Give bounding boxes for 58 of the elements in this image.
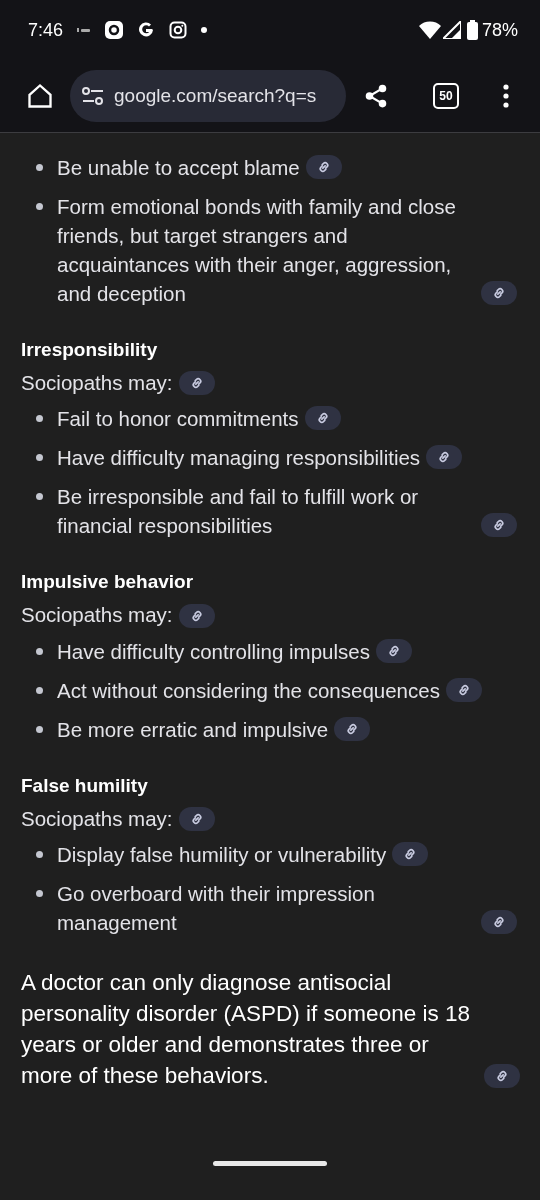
home-icon[interactable] — [26, 82, 54, 110]
battery-icon — [466, 20, 478, 40]
link-icon[interactable] — [481, 910, 517, 935]
app-icon — [105, 21, 124, 39]
signal-icon — [442, 21, 461, 39]
link-icon[interactable] — [481, 513, 517, 538]
link-icon[interactable] — [178, 371, 215, 396]
list-item-text: Be more erratic and impulsive — [57, 716, 329, 743]
battery-level: 78% — [481, 19, 518, 41]
link-icon[interactable] — [178, 603, 215, 628]
link-icon[interactable] — [178, 807, 215, 832]
list-item-text: Be unable to accept blame — [57, 155, 300, 181]
camera-icon — [169, 21, 188, 39]
menu-icon[interactable] — [503, 84, 509, 108]
list-item-text: Form emotional bonds with family and close friends, but target strangers and acquaintances with their anger, aggression, and deception — [57, 194, 457, 307]
list-item-text: Go overboard with their impression management — [57, 881, 376, 937]
bullet-icon — [36, 164, 43, 171]
link-icon[interactable] — [304, 406, 341, 431]
bullet-icon — [36, 493, 43, 501]
link-icon[interactable] — [392, 842, 429, 867]
intro-text: Sociopaths may: — [21, 806, 173, 830]
link-icon[interactable] — [334, 716, 371, 741]
url-text[interactable]: google.com/search?q=s — [114, 85, 317, 107]
bullet-icon — [36, 647, 43, 655]
bullet-icon — [36, 203, 43, 210]
link-icon[interactable] — [484, 1064, 520, 1089]
link-icon[interactable] — [375, 638, 412, 663]
link-icon[interactable] — [305, 155, 342, 179]
bullet-icon — [36, 890, 43, 898]
notification-icon — [77, 27, 92, 33]
section-heading: Irresponsibility — [21, 338, 159, 362]
link-icon[interactable] — [445, 677, 482, 702]
bullet-icon — [36, 686, 43, 694]
share-icon[interactable] — [363, 83, 389, 109]
bullet-icon — [36, 454, 43, 462]
list-item-text: Fail to honor commitments — [57, 406, 299, 433]
wifi-icon — [418, 21, 441, 39]
list-item-text: Have difficulty controlling impulses — [57, 638, 370, 665]
address-bar[interactable]: google.com/search?q=s — [70, 70, 346, 122]
tab-switcher-button[interactable]: 50 — [424, 74, 468, 118]
summary-paragraph: A doctor can only diagnose antisocial personality disorder (ASPD) if someone is 18 years or older and demonstrates three or more of these behaviors. — [21, 969, 471, 1091]
tune-icon[interactable] — [82, 87, 104, 105]
intro-text: Sociopaths may: — [21, 603, 173, 627]
section-heading: False humility — [21, 773, 149, 798]
list-item-text: Be irresponsible and fail to fulfill work or financial responsibilities — [57, 484, 420, 540]
link-icon[interactable] — [481, 281, 517, 305]
status-time: 7:46 — [28, 19, 64, 41]
section-heading: Impulsive behavior — [21, 570, 195, 595]
list-item-text: Act without considering the consequences — [57, 677, 440, 704]
bullet-icon — [36, 851, 43, 859]
list-item-text: Display false humility or vulnerability — [57, 842, 387, 869]
google-icon — [137, 21, 156, 39]
intro-text: Sociopaths may: — [21, 371, 173, 394]
list-item-text: Have difficulty managing responsibilities — [57, 445, 421, 472]
dot-icon — [201, 27, 208, 33]
bullet-icon — [36, 725, 43, 733]
bullet-icon — [36, 415, 43, 423]
link-icon[interactable] — [426, 445, 463, 470]
